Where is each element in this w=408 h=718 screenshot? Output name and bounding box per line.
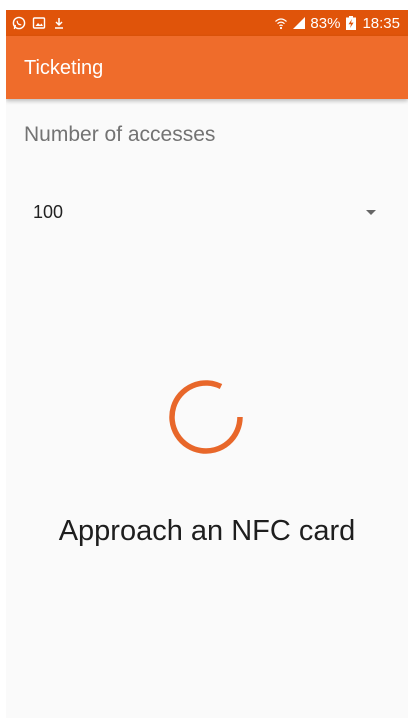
status-bar: 83% 18:35: [6, 10, 408, 36]
nfc-instruction: Approach an NFC card: [58, 515, 356, 547]
app-title: Ticketing: [24, 57, 104, 79]
app-bar: Ticketing: [6, 36, 408, 99]
whatsapp-icon: [12, 16, 26, 30]
download-icon: [52, 16, 66, 30]
clock: 18:35: [362, 14, 400, 32]
signal-icon: [292, 16, 306, 30]
progress-spinner-icon: [166, 377, 246, 457]
accesses-dropdown[interactable]: 100: [24, 192, 378, 232]
battery-percent: 83%: [310, 14, 341, 32]
battery-charging-icon: [344, 16, 358, 30]
status-left-icons: [12, 16, 66, 30]
accesses-value: 100: [33, 201, 64, 222]
status-right-indicators: 83% 18:35: [274, 16, 400, 31]
dropdown-arrow-icon: [366, 209, 376, 215]
accesses-label: Number of accesses: [24, 123, 216, 146]
gallery-icon: [32, 16, 46, 30]
wifi-icon: [274, 16, 288, 30]
app-screen: 83% 18:35 Ticketing Number of accesses 1…: [6, 10, 408, 718]
